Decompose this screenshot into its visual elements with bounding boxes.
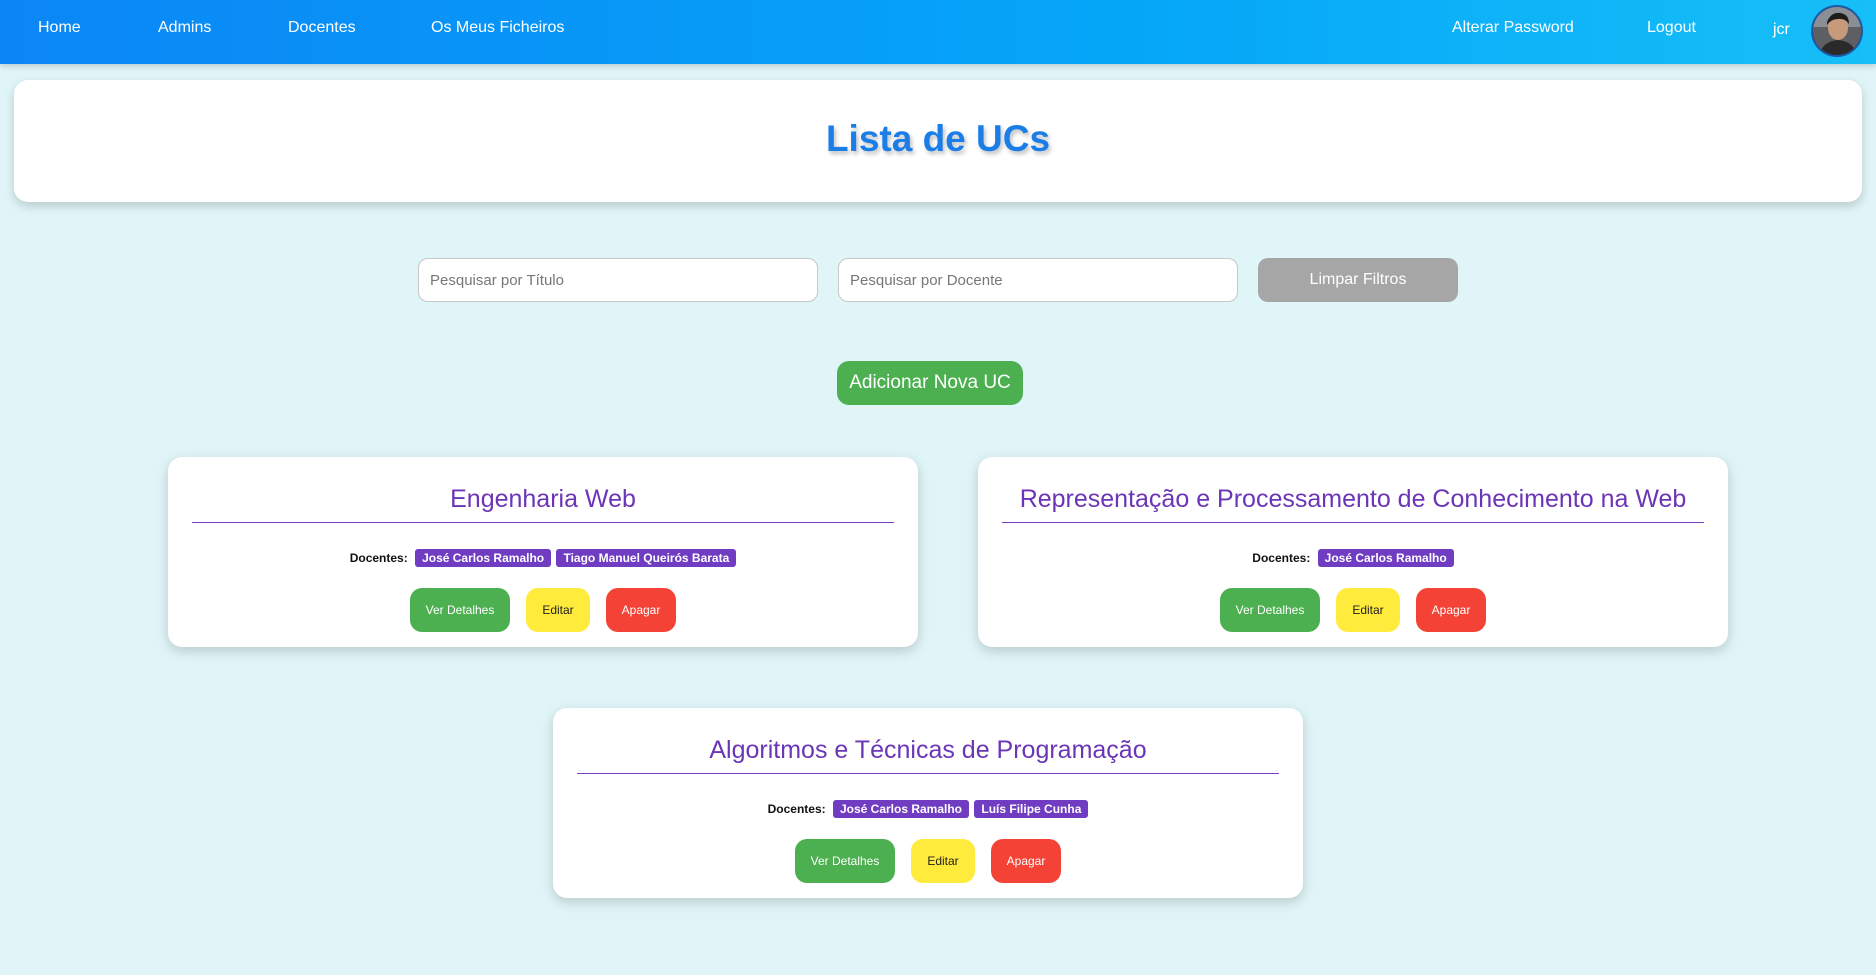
- uc-card: Representação e Processamento de Conheci…: [978, 457, 1728, 647]
- apagar-button[interactable]: Apagar: [606, 588, 676, 632]
- docente-badge: José Carlos Ramalho: [832, 800, 970, 818]
- header-card: Lista de UCs: [14, 80, 1862, 202]
- nav-docentes[interactable]: Docentes: [288, 19, 356, 37]
- ver-detalhes-button[interactable]: Ver Detalhes: [1220, 588, 1320, 632]
- uc-actions: Ver Detalhes Editar Apagar: [168, 588, 918, 632]
- divider: [192, 522, 894, 523]
- docentes-row: Docentes: José Carlos Ramalho Luís Filip…: [553, 800, 1303, 818]
- uc-title: Algoritmos e Técnicas de Programação: [709, 736, 1147, 764]
- nav-alterar-password[interactable]: Alterar Password: [1452, 19, 1574, 37]
- docente-badge: José Carlos Ramalho: [1317, 549, 1454, 567]
- docentes-row: Docentes: José Carlos Ramalho: [978, 549, 1728, 567]
- uc-title: Representação e Processamento de Conheci…: [1019, 485, 1687, 513]
- nav-logout[interactable]: Logout: [1647, 19, 1696, 37]
- clear-filters-button[interactable]: Limpar Filtros: [1258, 258, 1458, 302]
- docentes-label: Docentes:: [349, 551, 408, 565]
- editar-button[interactable]: Editar: [1336, 588, 1400, 632]
- uc-actions: Ver Detalhes Editar Apagar: [978, 588, 1728, 632]
- docentes-label: Docentes:: [767, 802, 826, 816]
- uc-actions: Ver Detalhes Editar Apagar: [553, 839, 1303, 883]
- nav-os-meus-ficheiros[interactable]: Os Meus Ficheiros: [431, 19, 564, 37]
- top-navbar: Home Admins Docentes Os Meus Ficheiros A…: [0, 0, 1876, 64]
- uc-title: Engenharia Web: [450, 485, 636, 513]
- ver-detalhes-button[interactable]: Ver Detalhes: [410, 588, 510, 632]
- docente-badge: Luís Filipe Cunha: [974, 800, 1089, 818]
- search-title-input[interactable]: [418, 258, 818, 302]
- nav-home[interactable]: Home: [38, 19, 81, 37]
- docentes-row: Docentes: José Carlos Ramalho Tiago Manu…: [168, 549, 918, 567]
- user-avatar-icon: [1813, 7, 1861, 55]
- username-label: jcr: [1773, 21, 1790, 38]
- docentes-label: Docentes:: [1252, 551, 1311, 565]
- add-uc-button[interactable]: Adicionar Nova UC: [837, 361, 1023, 405]
- uc-card: Algoritmos e Técnicas de Programação Doc…: [553, 708, 1303, 898]
- divider: [577, 773, 1279, 774]
- editar-button[interactable]: Editar: [911, 839, 975, 883]
- avatar[interactable]: [1811, 5, 1863, 57]
- page-title: Lista de UCs: [825, 118, 1051, 159]
- search-docente-input[interactable]: [838, 258, 1238, 302]
- uc-card: Engenharia Web Docentes: José Carlos Ram…: [168, 457, 918, 647]
- apagar-button[interactable]: Apagar: [991, 839, 1061, 883]
- docente-badge: Tiago Manuel Queirós Barata: [556, 549, 737, 567]
- editar-button[interactable]: Editar: [526, 588, 590, 632]
- apagar-button[interactable]: Apagar: [1416, 588, 1486, 632]
- docente-badge: José Carlos Ramalho: [415, 549, 552, 567]
- divider: [1002, 522, 1704, 523]
- ver-detalhes-button[interactable]: Ver Detalhes: [795, 839, 895, 883]
- nav-admins[interactable]: Admins: [158, 19, 211, 37]
